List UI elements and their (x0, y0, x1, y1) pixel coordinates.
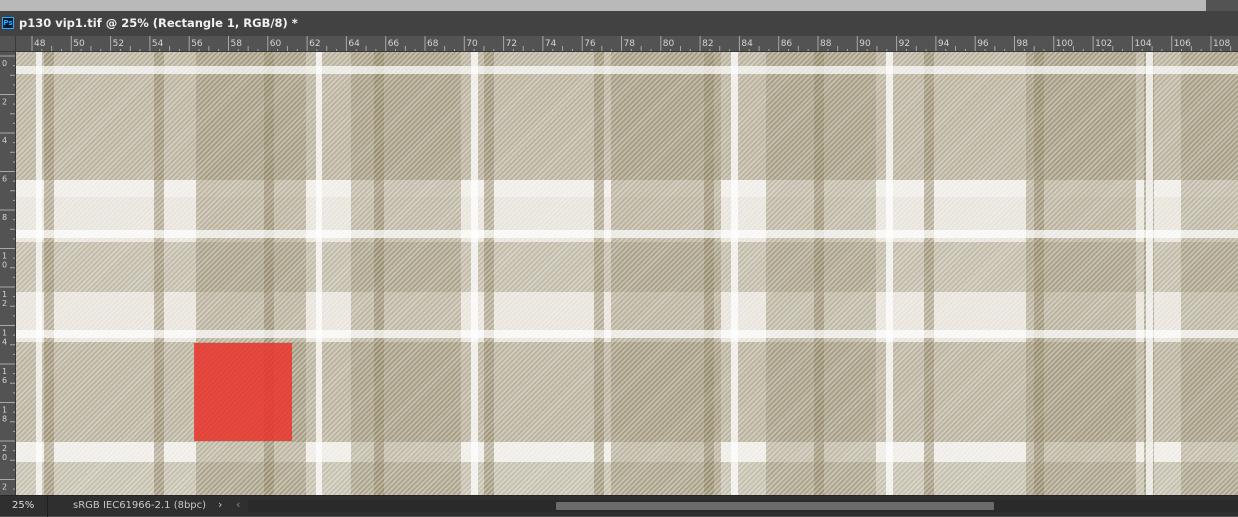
status-bar: 25% sRGB IEC61966-2.1 (8bpc) › ‹ (0, 495, 1238, 517)
ruler-label: 90 (859, 39, 871, 49)
ruler-label: 72 (506, 39, 517, 49)
vertical-ruler-ticks: 024681012141618202 (0, 55, 15, 492)
ruler-label: 54 (152, 39, 164, 49)
ruler-label: 94 (938, 39, 950, 49)
horizontal-ruler-ticks: 48 50 52 54 56 58 60 62 64 66 68 70 72 74 76 78 80 82 84 86… (31, 36, 1232, 51)
document-title: p130 vip1.tif @ 25% (Rectangle 1, RGB/8)… (19, 16, 298, 30)
ruler-label: 92 (899, 39, 910, 49)
rectangle-1-layer[interactable] (194, 343, 292, 441)
ruler-label: 2 (2, 98, 7, 107)
ruler-label: 4 (2, 136, 7, 145)
ruler-label: 8 (2, 415, 7, 424)
ruler-label: 1 (2, 252, 7, 261)
ruler-label: 56 (191, 39, 203, 49)
ruler-label: 66 (388, 39, 400, 49)
ruler-label: 84 (741, 39, 753, 49)
ruler-label: 104 (1134, 39, 1151, 49)
ruler-label: 1 (2, 406, 7, 415)
photoshop-icon: Ps (2, 17, 14, 29)
ruler-label: 100 (1056, 39, 1073, 49)
top-strip-gap (1206, 0, 1238, 11)
ruler-label: 80 (663, 39, 675, 49)
ruler-label: 1 (2, 290, 7, 299)
ruler-label: 106 (1174, 39, 1191, 49)
ruler-label: 2 (2, 483, 7, 492)
ruler-label: 74 (545, 39, 557, 49)
ruler-label: 58 (231, 39, 243, 49)
ruler-label: 50 (73, 39, 85, 49)
ruler-label: 62 (309, 39, 320, 49)
ruler-label: 64 (348, 39, 360, 49)
ruler-label: 1 (2, 329, 7, 338)
ruler-label: 0 (2, 261, 7, 270)
ruler-label: 102 (1095, 39, 1112, 49)
ruler-origin-corner[interactable] (0, 36, 16, 52)
ruler-label: 48 (34, 39, 46, 49)
document-canvas[interactable] (16, 52, 1238, 495)
top-strip (0, 0, 1238, 11)
scroll-left-icon[interactable]: ‹ (236, 498, 240, 511)
horizontal-scrollbar-thumb[interactable] (556, 502, 994, 510)
ruler-label: 88 (820, 39, 832, 49)
ruler-label: 76 (584, 39, 596, 49)
ruler-label: 68 (427, 39, 439, 49)
status-menu-arrow-icon[interactable]: › (218, 498, 222, 511)
ruler-label: 96 (977, 39, 989, 49)
status-divider (47, 496, 48, 517)
ruler-label: 0 (2, 453, 7, 462)
ruler-label: 0 (2, 59, 7, 68)
document-tab[interactable]: Ps p130 vip1.tif @ 25% (Rectangle 1, RGB… (0, 11, 1238, 37)
ruler-label: 6 (2, 376, 7, 385)
ruler-label: 70 (466, 39, 478, 49)
horizontal-ruler[interactable]: 48 50 52 54 56 58 60 62 64 66 68 70 72 74 76 78 80 82 84 86… (16, 36, 1238, 52)
ruler-label: 60 (270, 39, 282, 49)
ruler-label: 52 (113, 39, 124, 49)
vertical-ruler[interactable]: 024681012141618202 (0, 52, 16, 495)
ruler-label: 1 (2, 367, 7, 376)
horizontal-scrollbar[interactable] (248, 500, 1238, 512)
ruler-label: 82 (702, 39, 713, 49)
ruler-label: 6 (2, 175, 7, 184)
ruler-label: 98 (1017, 39, 1029, 49)
ruler-label: 2 (2, 299, 7, 308)
ruler-label: 8 (2, 213, 7, 222)
zoom-level[interactable]: 25% (12, 500, 34, 511)
document-profile[interactable]: sRGB IEC61966-2.1 (8bpc) (73, 500, 206, 511)
ruler-label: 2 (2, 444, 7, 453)
ruler-label: 86 (781, 39, 793, 49)
ruler-label: 4 (2, 338, 7, 347)
ruler-label: 78 (624, 39, 636, 49)
ruler-label: 108 (1213, 39, 1230, 49)
